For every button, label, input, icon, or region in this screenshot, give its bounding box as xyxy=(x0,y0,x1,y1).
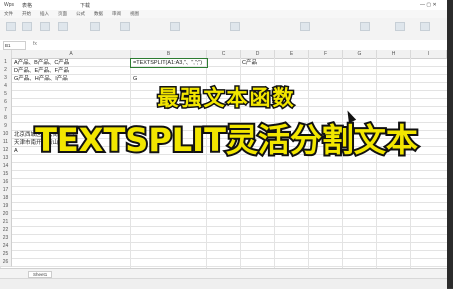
column-header[interactable]: A xyxy=(12,50,131,59)
font-icon[interactable] xyxy=(40,22,50,31)
cut-icon[interactable] xyxy=(22,22,32,31)
cell-a1[interactable]: A产品、B产品、C产品 xyxy=(14,59,69,67)
column-header[interactable]: D xyxy=(241,50,275,59)
sum-icon[interactable] xyxy=(360,22,370,31)
window-controls[interactable]: — ▢ ✕ xyxy=(420,2,437,8)
app-title[interactable]: Wps xyxy=(4,2,14,8)
merge-icon[interactable] xyxy=(120,22,130,31)
overlay-title-line1: 最强文本函数 xyxy=(156,85,296,112)
insert-cells-icon[interactable] xyxy=(300,22,310,31)
menu-item-view[interactable]: 视图 xyxy=(130,11,139,17)
name-box[interactable]: B1 xyxy=(3,41,26,50)
sort-icon[interactable] xyxy=(395,22,405,31)
column-header[interactable]: I xyxy=(411,50,447,59)
menu-item-page[interactable]: 页面 xyxy=(58,11,67,17)
align-icon[interactable] xyxy=(90,22,100,31)
row-header[interactable]: 26 xyxy=(0,258,12,267)
tab-extra[interactable]: 下载 xyxy=(80,2,90,9)
menu-item-file[interactable]: 文件 xyxy=(4,11,13,17)
cell-b1-formula[interactable]: =TEXTSPLIT(A1:A3,"、",";") xyxy=(133,59,202,67)
ribbon-toolbar xyxy=(0,18,447,41)
fx-icon[interactable]: fx xyxy=(33,41,37,47)
column-header[interactable]: C xyxy=(207,50,241,59)
paste-icon[interactable] xyxy=(6,22,16,31)
styles-icon[interactable] xyxy=(230,22,240,31)
bold-icon[interactable] xyxy=(58,22,68,31)
number-format-icon[interactable] xyxy=(170,22,180,31)
cell-a2[interactable]: D产品、E产品、F产品 xyxy=(14,67,69,75)
status-bar xyxy=(0,278,447,289)
sheet-tab[interactable]: Sheet1 xyxy=(28,271,53,278)
menu-item-insert[interactable]: 插入 xyxy=(40,11,49,17)
overlay-title-line2: TEXTSPLIT灵活分割文本 xyxy=(33,119,420,161)
menu-item-formula[interactable]: 公式 xyxy=(76,11,85,17)
cell-d1[interactable]: C产品 xyxy=(242,59,257,67)
menu-item-review[interactable]: 审阅 xyxy=(112,11,121,17)
menu-item-data[interactable]: 数据 xyxy=(94,11,103,17)
column-header[interactable]: G xyxy=(343,50,377,59)
tab-document[interactable]: 表格 xyxy=(22,2,32,9)
column-header[interactable]: F xyxy=(309,50,343,59)
find-icon[interactable] xyxy=(420,22,430,31)
menu-bar: 文件 开始 插入 页面 公式 数据 审阅 视图 xyxy=(0,10,447,18)
column-header[interactable]: H xyxy=(377,50,411,59)
column-header[interactable]: E xyxy=(275,50,309,59)
menu-item-home[interactable]: 开始 xyxy=(22,11,31,17)
